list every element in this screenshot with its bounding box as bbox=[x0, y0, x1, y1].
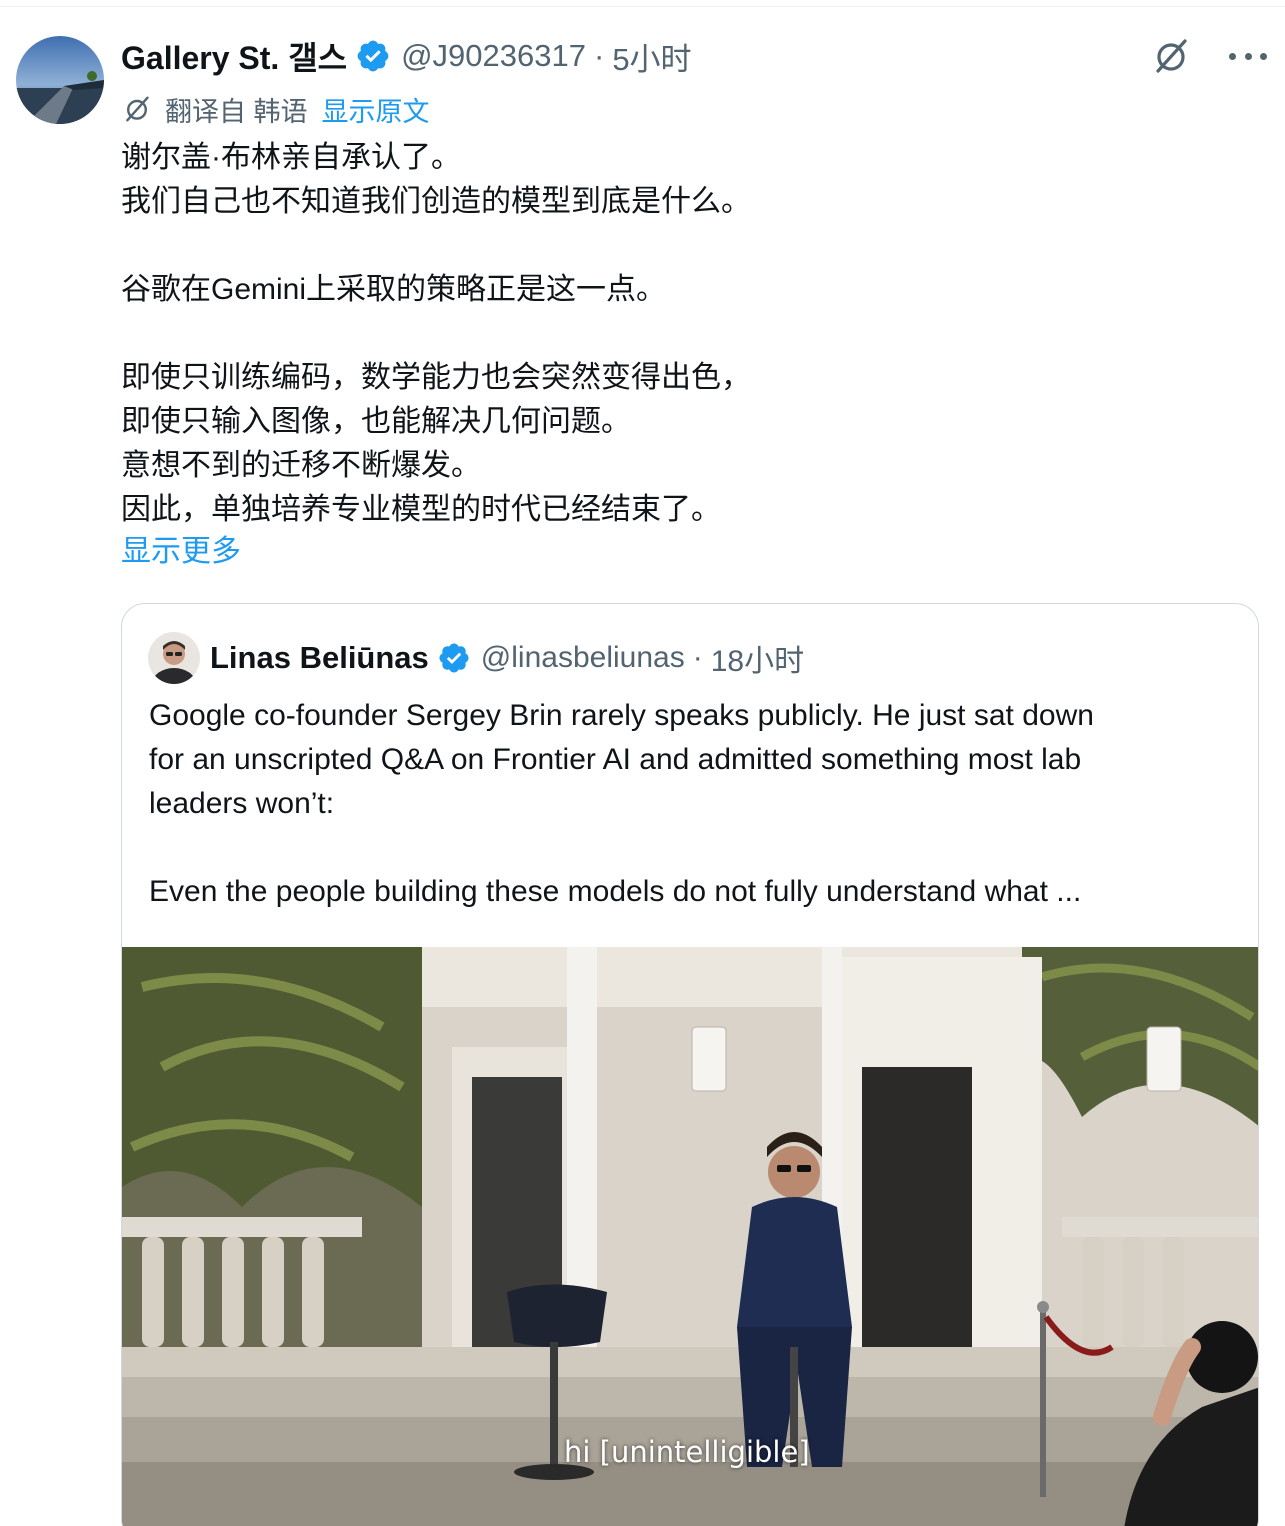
more-dot bbox=[1229, 52, 1236, 60]
video-subtitle: hi [unintelligible] bbox=[564, 1435, 810, 1469]
show-original-link[interactable]: 显示原文 bbox=[322, 90, 430, 129]
translated-from-label: 翻译自 韩语 bbox=[165, 96, 308, 127]
quoted-video-player[interactable]: hi [unintelligible] bbox=[122, 947, 1258, 1526]
tweet-line: 谷歌在Gemini上采取的策略正是这一点。 bbox=[121, 273, 667, 306]
tweet-text: 谢尔盖·布林亲自承认了。 我们自己也不知道我们创造的模型到底是什么。 谷歌在Ge… bbox=[121, 136, 1241, 532]
author-avatar[interactable] bbox=[16, 36, 104, 124]
quoted-tweet-header: Linas Beliūnas @linasbeliunas · 18小时 bbox=[148, 630, 804, 686]
verified-badge-icon[interactable] bbox=[437, 641, 471, 675]
separator-dot: · bbox=[593, 38, 605, 73]
verified-badge-icon[interactable] bbox=[355, 38, 391, 74]
quoted-author-display-name[interactable]: Linas Beliūnas bbox=[210, 640, 429, 676]
separator-dot: · bbox=[692, 641, 703, 674]
tweet-line: 即使只输入图像，也能解决几何问题。 bbox=[121, 405, 631, 438]
quoted-tweet-line: leaders won’t: bbox=[149, 787, 335, 820]
quoted-tweet-line: Google co-founder Sergey Brin rarely spe… bbox=[149, 699, 1094, 732]
tweet-line: 意想不到的迁移不断爆发。 bbox=[121, 449, 481, 482]
quoted-tweet-timestamp[interactable]: 18小时 bbox=[711, 636, 804, 680]
show-more-link[interactable]: 显示更多 bbox=[121, 530, 241, 574]
more-dot bbox=[1244, 52, 1252, 60]
quoted-author-handle[interactable]: @linasbeliunas bbox=[481, 641, 685, 675]
quoted-tweet-text: Google co-founder Sergey Brin rarely spe… bbox=[149, 694, 1239, 914]
tweet-header: Gallery St. 갤스 @J90236317 · 5小时 bbox=[121, 34, 692, 78]
tweet-line: 谢尔盖·布林亲自承认了。 bbox=[121, 141, 461, 174]
tweet-line: 因此，单独培养专业模型的时代已经结束了。 bbox=[121, 493, 721, 526]
tweet-line: 即使只训练编码，数学能力也会突然变得出色， bbox=[121, 361, 751, 394]
more-dot bbox=[1260, 52, 1267, 60]
author-handle[interactable]: @J90236317 bbox=[401, 38, 586, 74]
tweet-actions bbox=[1151, 36, 1267, 76]
quoted-tweet-card[interactable]: Linas Beliūnas @linasbeliunas · 18小时 Goo… bbox=[121, 603, 1259, 1526]
tweet-line: 我们自己也不知道我们创造的模型到底是什么。 bbox=[121, 185, 751, 218]
quoted-author-avatar[interactable] bbox=[148, 632, 200, 684]
author-display-name[interactable]: Gallery St. 갤스 bbox=[121, 33, 347, 79]
grok-icon[interactable] bbox=[1151, 36, 1191, 76]
translation-notice: 翻译自 韩语 显示原文 bbox=[121, 90, 430, 129]
tweet-timestamp[interactable]: 5小时 bbox=[612, 34, 691, 79]
top-divider bbox=[0, 6, 1285, 7]
grok-translate-icon bbox=[126, 96, 149, 122]
quoted-tweet-line: Even the people building these models do… bbox=[149, 875, 1082, 908]
more-horizontal-icon[interactable] bbox=[1229, 37, 1267, 75]
quoted-tweet-line: for an unscripted Q&A on Frontier AI and… bbox=[149, 743, 1082, 776]
